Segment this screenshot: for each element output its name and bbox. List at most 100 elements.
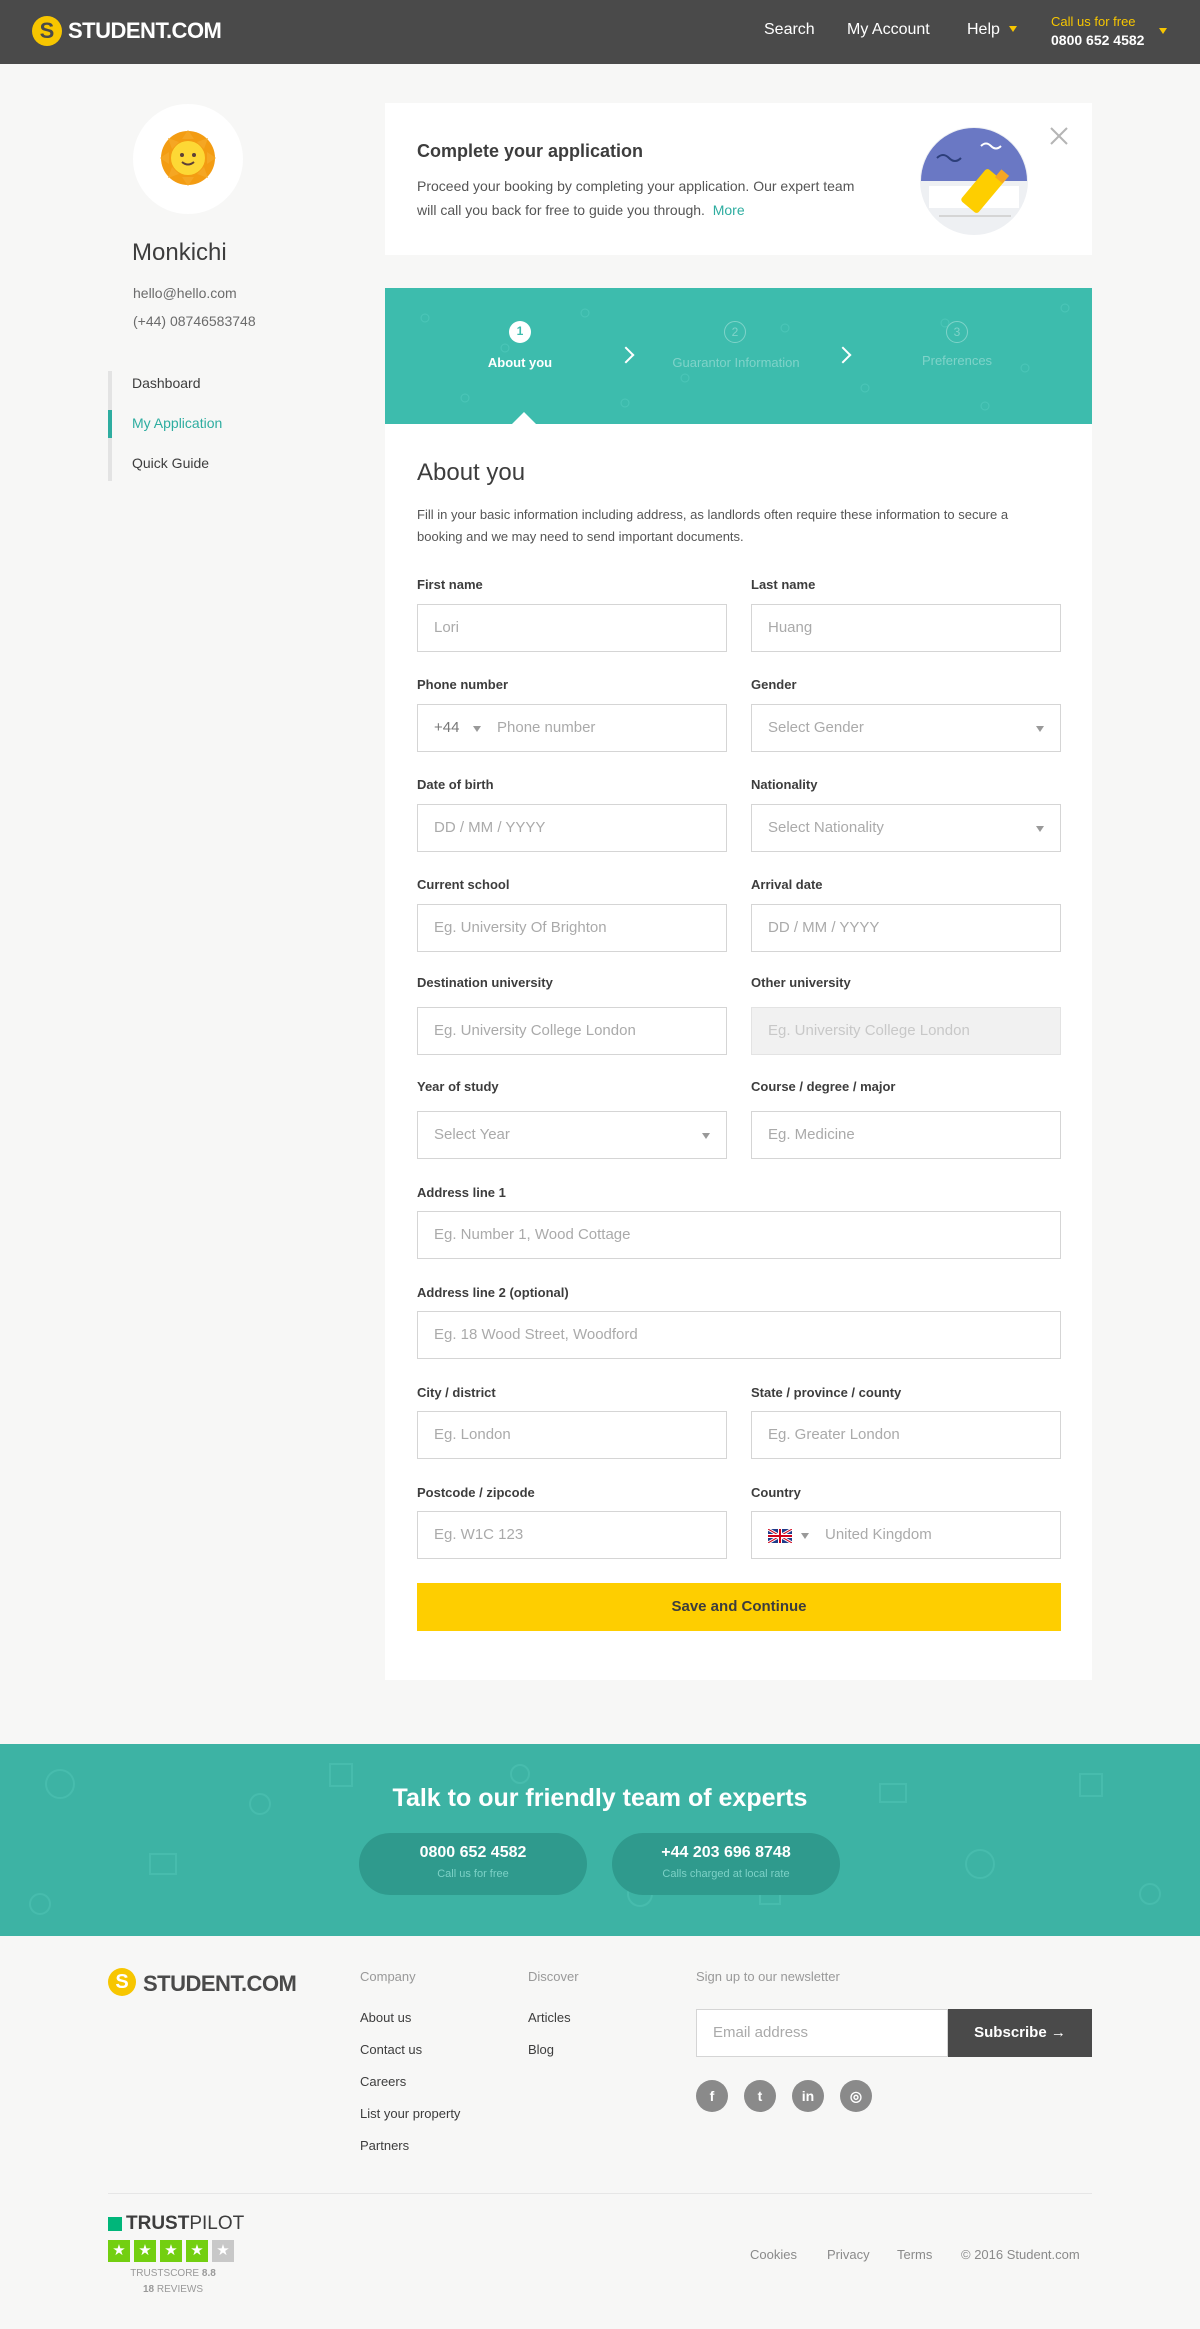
trustpilot-star-icon: ★ bbox=[134, 2240, 156, 2262]
footer-link-terms[interactable]: Terms bbox=[897, 2247, 932, 2262]
newsletter-email-input[interactable]: Email address bbox=[696, 2009, 948, 2057]
city-label: City / district bbox=[417, 1385, 496, 1400]
local-phone-number: +44 203 696 8748 bbox=[661, 1844, 791, 1861]
stepper-notch bbox=[512, 412, 536, 424]
site-logo-text[interactable]: STUDENT.COM bbox=[68, 18, 222, 44]
state-field[interactable]: Eg. Greater London bbox=[751, 1411, 1061, 1459]
footer-link-contact[interactable]: Contact us bbox=[360, 2042, 422, 2057]
footer-link-careers[interactable]: Careers bbox=[360, 2074, 406, 2089]
footer-link-about[interactable]: About us bbox=[360, 2010, 411, 2025]
first-name-field[interactable]: Lori bbox=[417, 604, 727, 652]
more-link[interactable]: More bbox=[713, 202, 745, 218]
subscribe-button[interactable]: Subscribe → bbox=[948, 2009, 1092, 2057]
country-select[interactable]: United Kingdom bbox=[751, 1511, 1061, 1559]
dob-field[interactable]: DD / MM / YYYY bbox=[417, 804, 727, 852]
reviews-label: REVIEWS bbox=[156, 2284, 204, 2295]
trustpilot-star-icon: ★ bbox=[108, 2240, 130, 2262]
sidebar-active-indicator bbox=[108, 410, 112, 438]
copyright: © 2016 Student.com bbox=[961, 2247, 1080, 2262]
footer-link-articles[interactable]: Articles bbox=[528, 2010, 571, 2025]
trustscore-value: 8.8 bbox=[201, 2268, 216, 2279]
nationality-select[interactable]: Select Nationality bbox=[751, 804, 1061, 852]
address1-field[interactable]: Eg. Number 1, Wood Cottage bbox=[417, 1211, 1061, 1259]
current-school-field[interactable]: Eg. University Of Brighton bbox=[417, 904, 727, 952]
last-name-field[interactable]: Huang bbox=[751, 604, 1061, 652]
complete-title: Complete your application bbox=[417, 141, 644, 161]
profile-phone: (+44) 08746583748 bbox=[133, 313, 256, 329]
footer-logo-icon[interactable] bbox=[108, 1968, 136, 1996]
newsletter-heading: Sign up to our newsletter bbox=[696, 1969, 840, 1984]
phone-field[interactable]: +44 Phone number bbox=[417, 704, 727, 752]
complete-text: Proceed your booking by completing your … bbox=[417, 174, 867, 222]
trustpilot-reviews: 18 REVIEWS bbox=[108, 2284, 238, 2295]
call-number[interactable]: 0800 652 4582 bbox=[1051, 32, 1144, 48]
phone-country-code[interactable]: +44 bbox=[434, 705, 459, 751]
free-phone-number: 0800 652 4582 bbox=[419, 1844, 527, 1861]
nav-help-link[interactable]: Help bbox=[967, 21, 1000, 39]
profile-name: Monkichi bbox=[132, 239, 227, 266]
address2-field[interactable]: Eg. 18 Wood Street, Woodford bbox=[417, 1311, 1061, 1359]
call-free-label[interactable]: Call us for free bbox=[1051, 14, 1136, 29]
other-university-field: Eg. University College London bbox=[751, 1007, 1061, 1055]
destination-university-field[interactable]: Eg. University College London bbox=[417, 1007, 727, 1055]
nationality-caret-icon bbox=[1036, 826, 1044, 832]
facebook-icon[interactable]: f bbox=[696, 2080, 728, 2112]
form-title: About you bbox=[417, 459, 526, 486]
trustpilot-brand-b: PILOT bbox=[189, 2213, 245, 2234]
postcode-field[interactable]: Eg. W1C 123 bbox=[417, 1511, 727, 1559]
country-label: Country bbox=[751, 1485, 801, 1500]
postcode-label: Postcode / zipcode bbox=[417, 1485, 535, 1500]
step-1-number[interactable]: 1 bbox=[509, 321, 531, 343]
course-field[interactable]: Eg. Medicine bbox=[751, 1111, 1061, 1159]
step-3-number[interactable]: 3 bbox=[946, 321, 968, 343]
city-field[interactable]: Eg. London bbox=[417, 1411, 727, 1459]
phone-code-caret-icon[interactable] bbox=[473, 726, 481, 732]
address2-label: Address line 2 (optional) bbox=[417, 1285, 569, 1300]
free-phone-button[interactable]: 0800 652 4582 Call us for free bbox=[359, 1833, 587, 1895]
trustpilot-check-icon bbox=[108, 2217, 122, 2231]
nationality-select-value: Select Nationality bbox=[768, 819, 884, 836]
sidebar-item-quick-guide[interactable]: Quick Guide bbox=[132, 455, 209, 471]
nav-my-account-link[interactable]: My Account bbox=[847, 21, 930, 39]
nav-search-link[interactable]: Search bbox=[764, 21, 815, 39]
phone-input[interactable]: Phone number bbox=[497, 705, 595, 751]
last-name-label: Last name bbox=[751, 577, 816, 592]
step-2-number[interactable]: 2 bbox=[724, 321, 746, 343]
step-1-label[interactable]: About you bbox=[450, 355, 590, 370]
current-school-label: Current school bbox=[417, 877, 510, 892]
close-icon[interactable] bbox=[1047, 124, 1071, 148]
trustpilot-logo[interactable]: TRUSTPILOT bbox=[126, 2213, 244, 2235]
footer-link-cookies[interactable]: Cookies bbox=[750, 2247, 797, 2262]
year-of-study-label: Year of study bbox=[417, 1079, 499, 1094]
step-2-label[interactable]: Guarantor Information bbox=[666, 353, 806, 372]
address1-label: Address line 1 bbox=[417, 1185, 506, 1200]
twitter-icon[interactable]: t bbox=[744, 2080, 776, 2112]
trustscore: TRUSTSCORE 8.8 bbox=[108, 2268, 238, 2279]
free-phone-note: Call us for free bbox=[437, 1868, 509, 1880]
step-3-label[interactable]: Preferences bbox=[887, 353, 1027, 368]
year-of-study-select[interactable]: Select Year bbox=[417, 1111, 727, 1159]
footer-link-list-property[interactable]: List your property bbox=[360, 2106, 460, 2121]
trustpilot-star-icon: ★ bbox=[160, 2240, 182, 2262]
save-and-continue-button[interactable]: Save and Continue bbox=[417, 1583, 1061, 1631]
uk-flag-icon[interactable] bbox=[768, 1529, 792, 1543]
trustscore-label: TRUSTSCORE bbox=[130, 2268, 200, 2279]
instagram-icon[interactable]: ◎ bbox=[840, 2080, 872, 2112]
footer-link-blog[interactable]: Blog bbox=[528, 2042, 554, 2057]
first-name-label: First name bbox=[417, 577, 483, 592]
gender-label: Gender bbox=[751, 677, 797, 692]
footer-link-privacy[interactable]: Privacy bbox=[827, 2247, 870, 2262]
linkedin-icon[interactable]: in bbox=[792, 2080, 824, 2112]
footer-link-partners[interactable]: Partners bbox=[360, 2138, 409, 2153]
country-caret-icon[interactable] bbox=[801, 1533, 809, 1539]
student-logo-icon[interactable] bbox=[32, 16, 62, 46]
help-caret-icon[interactable] bbox=[1009, 26, 1017, 32]
local-phone-button[interactable]: +44 203 696 8748 Calls charged at local … bbox=[612, 1833, 840, 1895]
gender-select[interactable]: Select Gender bbox=[751, 704, 1061, 752]
call-caret-icon[interactable] bbox=[1159, 28, 1167, 34]
sidebar-item-my-application[interactable]: My Application bbox=[132, 415, 222, 431]
footer-logo-text[interactable]: STUDENT.COM bbox=[143, 1971, 297, 1997]
sidebar-item-dashboard[interactable]: Dashboard bbox=[132, 375, 201, 391]
phone-label: Phone number bbox=[417, 677, 509, 692]
arrival-date-field[interactable]: DD / MM / YYYY bbox=[751, 904, 1061, 952]
